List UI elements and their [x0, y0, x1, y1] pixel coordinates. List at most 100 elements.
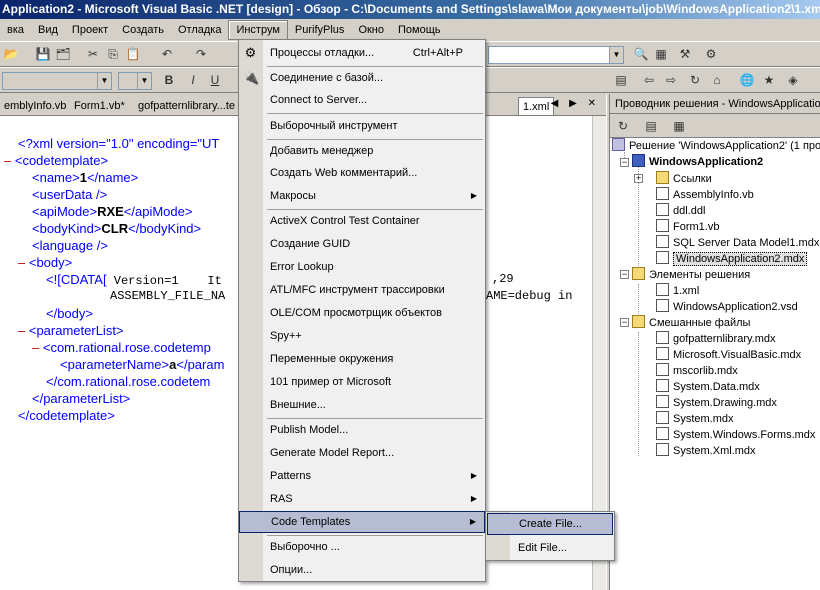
tree-item-1xml[interactable]: 1.xml: [656, 283, 699, 299]
tree-misc-files[interactable]: Смешанные файлы: [632, 315, 750, 331]
menu-item-generate-report[interactable]: Generate Model Report...: [239, 442, 485, 464]
collapse-toggle[interactable]: −: [620, 318, 629, 327]
config-combo[interactable]: ▼: [488, 46, 624, 64]
bold-button[interactable]: B: [160, 72, 178, 89]
open-folder-icon[interactable]: 📂: [2, 46, 20, 63]
menu-build[interactable]: Создать: [115, 20, 171, 40]
menu-purifyplus[interactable]: PurifyPlus: [288, 20, 352, 40]
refresh-icon[interactable]: ↻: [614, 118, 632, 135]
menu-item-create-file[interactable]: Create File...: [487, 513, 613, 535]
tree-item-sysdata[interactable]: System.Data.mdx: [656, 379, 760, 395]
copy-icon[interactable]: ⎘: [104, 46, 122, 63]
tab-assemblyinfo[interactable]: emblyInfo.vb: [0, 97, 70, 115]
paste-icon[interactable]: 📋: [124, 46, 142, 63]
menu-item-connect-db[interactable]: 🔌 Соединение с базой...: [239, 67, 485, 89]
properties-icon[interactable]: ▦: [670, 118, 688, 135]
menu-item-activex[interactable]: ActiveX Control Test Container: [239, 210, 485, 232]
menu-item-olecom[interactable]: OLE/COM просмотрщик объектов: [239, 302, 485, 324]
web-icon[interactable]: ◈: [784, 72, 802, 89]
save-icon[interactable]: 💾: [34, 46, 52, 63]
tree-item-form1[interactable]: Form1.vb: [656, 219, 719, 235]
menu-window[interactable]: Окно: [351, 20, 391, 40]
menu-help[interactable]: Помощь: [391, 20, 448, 40]
back-arrow-icon[interactable]: ⇦: [640, 72, 658, 89]
menu-item-error-lookup[interactable]: Error Lookup: [239, 256, 485, 278]
collapse-marker[interactable]: –: [4, 153, 11, 168]
menu-item-env-vars[interactable]: Переменные окружения: [239, 348, 485, 370]
menu-tools[interactable]: Инструм: [228, 20, 288, 40]
tree-item-wa2mdx[interactable]: WindowsApplication2.mdx: [656, 251, 808, 267]
tree-item-mvb[interactable]: Microsoft.VisualBasic.mdx: [656, 347, 801, 363]
menu-item-ras[interactable]: RAS ▶: [239, 488, 485, 510]
menu-item-patterns[interactable]: Patterns ▶: [239, 465, 485, 487]
collapse-marker[interactable]: –: [18, 255, 25, 270]
undo-icon[interactable]: ↶: [158, 46, 176, 63]
menu-item-publish-model[interactable]: Publish Model...: [239, 419, 485, 441]
size-combo[interactable]: ▼: [118, 72, 152, 90]
tree-solution-items[interactable]: Элементы решения: [632, 267, 750, 283]
expand-toggle[interactable]: +: [634, 174, 643, 183]
tab-form1[interactable]: Form1.vb*: [70, 97, 129, 115]
menu-item-spy[interactable]: Spy++: [239, 325, 485, 347]
chevron-down-icon[interactable]: ▼: [137, 73, 151, 89]
properties-icon[interactable]: ▦: [652, 46, 670, 63]
chevron-down-icon[interactable]: ▼: [609, 47, 623, 63]
menu-service[interactable]: вка: [0, 20, 31, 40]
menu-item-edit-file[interactable]: Edit File...: [487, 537, 613, 559]
tree-item-vsd[interactable]: WindowsApplication2.vsd: [656, 299, 798, 315]
tree-item-assemblyinfo[interactable]: AssemblyInfo.vb: [656, 187, 754, 203]
menu-item-selective-tool[interactable]: Выборочный инструмент: [239, 115, 485, 137]
tab-gofpatternlibrary[interactable]: gofpatternlibrary...te: [134, 97, 239, 115]
font-combo[interactable]: ▼: [2, 72, 112, 90]
menu-item-samples[interactable]: 101 пример от Microsoft: [239, 371, 485, 393]
cut-icon[interactable]: ✂: [84, 46, 102, 63]
tree-item-sysxml[interactable]: System.Xml.mdx: [656, 443, 756, 459]
underline-button[interactable]: U: [206, 72, 224, 89]
tab-navigation[interactable]: ◀ ▶ ✕: [551, 98, 600, 109]
menu-debug[interactable]: Отладка: [171, 20, 228, 40]
menu-item-add-manager[interactable]: Добавить менеджер: [239, 140, 485, 162]
home-icon[interactable]: ⌂: [708, 72, 726, 89]
tree-item-gof[interactable]: gofpatternlibrary.mdx: [656, 331, 776, 347]
chevron-down-icon[interactable]: ▼: [97, 73, 111, 89]
tree-solution[interactable]: Решение 'WindowsApplication2' (1 про: [612, 138, 820, 154]
italic-button[interactable]: I: [184, 72, 202, 89]
collapse-marker[interactable]: –: [32, 340, 39, 355]
menu-item-code-templates[interactable]: Code Templates ▶: [239, 511, 485, 533]
menu-item-selectively[interactable]: Выборочно ...: [239, 536, 485, 558]
find-icon[interactable]: 🔍: [632, 46, 650, 63]
menu-item-create-guid[interactable]: Создание GUID: [239, 233, 485, 255]
show-all-files-icon[interactable]: ▤: [642, 118, 660, 135]
tree-item-sqlmodel[interactable]: SQL Server Data Model1.mdx: [656, 235, 819, 251]
tree-item-ddl[interactable]: ddl.ddl: [656, 203, 705, 219]
comment-icon[interactable]: ▤: [612, 72, 630, 89]
menu-project[interactable]: Проект: [65, 20, 115, 40]
tools-icon[interactable]: ⚒: [676, 46, 694, 63]
tree-item-winforms[interactable]: System.Windows.Forms.mdx: [656, 427, 815, 443]
tree-item-references[interactable]: Ссылки: [656, 171, 712, 187]
forward-arrow-icon[interactable]: ⇨: [662, 72, 680, 89]
tree-item-system[interactable]: System.mdx: [656, 411, 734, 427]
menu-item-web-comments[interactable]: Создать Web комментарий...: [239, 162, 485, 184]
tree-item-mscorlib[interactable]: mscorlib.mdx: [656, 363, 738, 379]
menu-item-atl-trace[interactable]: ATL/MFC инструмент трассировки: [239, 279, 485, 301]
collapse-toggle[interactable]: −: [620, 270, 629, 279]
bookmark-icon[interactable]: ★: [760, 72, 778, 89]
menu-item-options[interactable]: Опции...: [239, 559, 485, 581]
tab-1-xml[interactable]: 1.xml: [518, 97, 555, 115]
redo-icon[interactable]: ↷: [192, 46, 210, 63]
options-icon[interactable]: ⚙: [702, 46, 720, 63]
menu-item-external[interactable]: Внешние...: [239, 394, 485, 416]
globe-icon[interactable]: 🌐: [738, 72, 756, 89]
tree-item-sysdrawing[interactable]: System.Drawing.mdx: [656, 395, 777, 411]
menu-item-debug-processes[interactable]: ⚙ Процессы отладки... Ctrl+Alt+P: [239, 42, 485, 64]
menu-view[interactable]: Вид: [31, 20, 65, 40]
refresh-icon[interactable]: ↻: [686, 72, 704, 89]
collapse-toggle[interactable]: −: [620, 158, 629, 167]
menu-item-macros[interactable]: Макросы ▶: [239, 185, 485, 207]
save-all-icon[interactable]: 🗂: [54, 46, 72, 63]
collapse-marker[interactable]: –: [18, 323, 25, 338]
file-icon: [656, 203, 669, 216]
tree-project[interactable]: WindowsApplication2: [632, 154, 763, 170]
menu-item-connect-server[interactable]: Connect to Server...: [239, 89, 485, 111]
